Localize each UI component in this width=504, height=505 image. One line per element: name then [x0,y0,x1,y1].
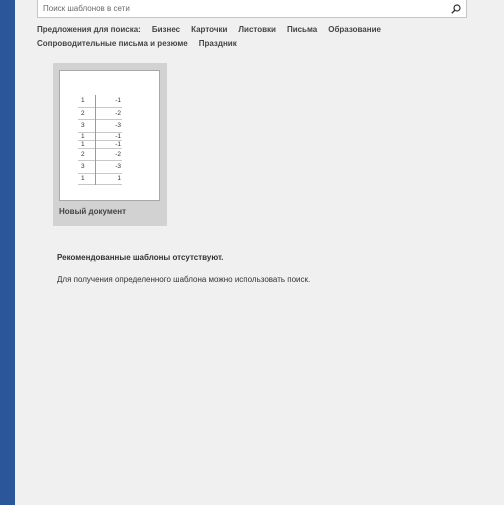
table-cell: 2 [78,107,96,120]
suggestion-cards[interactable]: Карточки [191,25,227,34]
suggestion-business[interactable]: Бизнес [152,25,180,34]
table-row: 3 -3 [78,160,122,173]
table-row: 2 -2 [78,148,122,161]
left-nav-rail [0,0,15,505]
no-templates-title: Рекомендованные шаблоны отсутствуют. [57,253,224,262]
search-button[interactable] [446,0,466,17]
table-cell: -1 [115,97,121,105]
no-templates-hint: Для получения определенного шаблона можн… [57,275,311,284]
table-cell: -2 [115,109,121,117]
table-cell: -1 [115,132,121,140]
suggestion-letters[interactable]: Письма [287,25,317,34]
backstage-new-page: Предложения для поиска: Бизнес Карточки … [0,0,504,505]
search-input[interactable] [38,0,443,17]
table-cell: 3 [78,160,96,173]
thumbnail-table: 1 -1 2 -2 3 -3 1 -1 1 -1 2 -2 3 -3 11 [78,95,122,185]
search-suggestions-row-1: Предложения для поиска: Бизнес Карточки … [37,25,381,34]
table-cell: 1 [78,132,96,140]
table-cell: 1 [78,173,96,184]
table-cell: -1 [115,140,121,148]
table-cell: 3 [78,119,96,132]
suggestions-label: Предложения для поиска: [37,25,141,34]
online-template-search [37,0,467,18]
table-cell: 1 [117,174,121,182]
search-icon [451,3,461,14]
suggestion-cover-letters-resumes[interactable]: Сопроводительные письма и резюме [37,39,188,48]
table-cell: -3 [115,122,121,130]
table-cell: 1 [78,95,96,107]
table-row: 1 -1 [78,140,122,148]
suggestion-flyers[interactable]: Листовки [238,25,276,34]
template-thumbnail: 1 -1 2 -2 3 -3 1 -1 1 -1 2 -2 3 -3 11 [59,70,160,201]
template-tile-new-document[interactable]: 1 -1 2 -2 3 -3 1 -1 1 -1 2 -2 3 -3 11 Новый док… [53,63,167,226]
table-row: 11 [78,173,122,184]
table-cell: -3 [115,163,121,171]
table-row: 3 -3 [78,119,122,132]
table-cell: -2 [115,150,121,158]
table-cell: 1 [78,140,96,148]
template-caption: Новый документ [59,207,126,216]
table-row: 1 -1 [78,95,122,107]
table-row: 1 -1 [78,132,122,140]
table-cell: 2 [78,148,96,161]
search-suggestions-row-2: Сопроводительные письма и резюме Праздни… [37,39,237,48]
suggestion-education[interactable]: Образование [328,25,381,34]
table-row: 2 -2 [78,107,122,120]
suggestion-holiday[interactable]: Праздник [199,39,237,48]
